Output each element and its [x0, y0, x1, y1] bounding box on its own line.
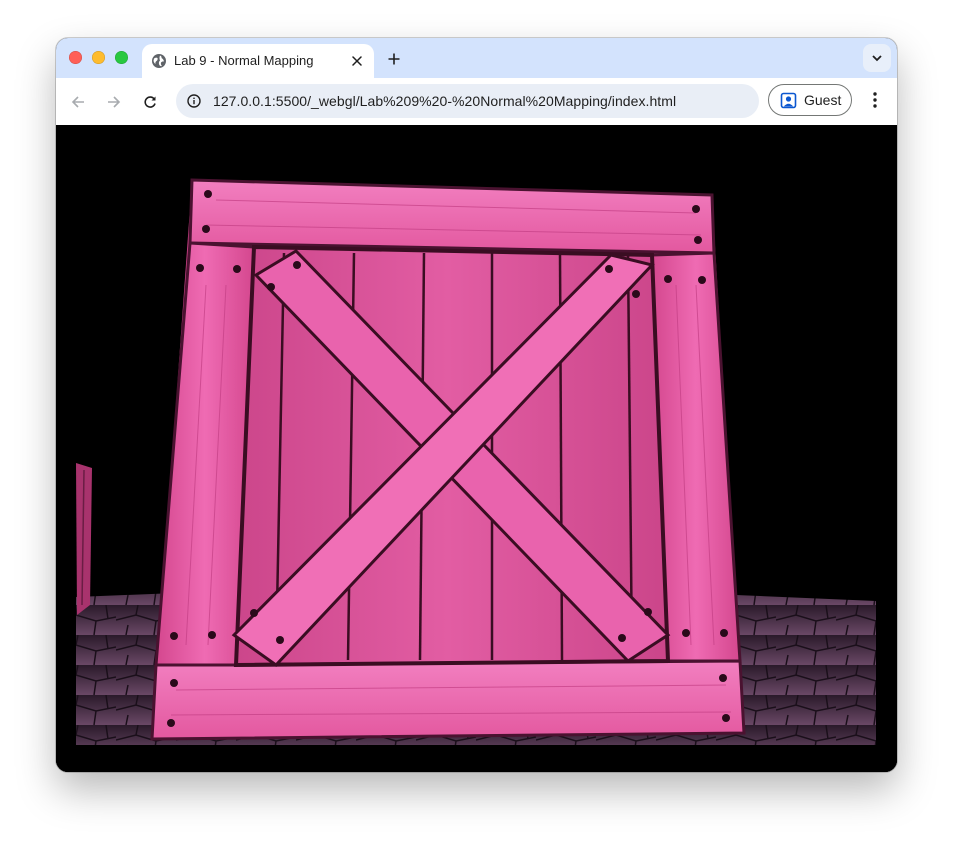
chevron-down-icon [872, 54, 882, 61]
url-text: 127.0.0.1:5500/_webgl/Lab%209%20-%20Norm… [213, 93, 677, 109]
site-info-button[interactable] [184, 91, 204, 111]
info-icon [187, 94, 201, 108]
scene-render [56, 125, 897, 772]
browser-window: Lab 9 - Normal Mapping 127.0.0.1:5500/_w… [56, 38, 897, 772]
address-bar[interactable]: 127.0.0.1:5500/_webgl/Lab%209%20-%20Norm… [176, 84, 759, 118]
browser-menu-button[interactable] [862, 86, 888, 114]
profile-button[interactable]: Guest [768, 84, 852, 116]
reload-icon [144, 96, 156, 108]
tab-close-button[interactable] [346, 50, 368, 72]
tab-active[interactable]: Lab 9 - Normal Mapping [142, 44, 374, 78]
forward-arrow-icon [108, 96, 121, 108]
globe-icon [152, 54, 166, 68]
window-minimize-button[interactable] [92, 51, 105, 64]
window-zoom-button[interactable] [115, 51, 128, 64]
toolbar: 127.0.0.1:5500/_webgl/Lab%209%20-%20Norm… [56, 78, 897, 125]
tab-search-button[interactable] [863, 44, 891, 72]
person-icon [780, 92, 797, 109]
back-button[interactable] [64, 88, 92, 116]
tab-title: Lab 9 - Normal Mapping [174, 53, 314, 68]
webgl-canvas[interactable] [56, 125, 897, 772]
profile-label: Guest [804, 92, 842, 108]
reload-button[interactable] [136, 88, 164, 116]
forward-button[interactable] [100, 88, 128, 116]
crate [150, 178, 746, 741]
close-icon [352, 56, 362, 66]
window-close-button[interactable] [69, 51, 82, 64]
back-arrow-icon [71, 96, 84, 108]
tab-strip: Lab 9 - Normal Mapping [56, 38, 897, 78]
new-tab-button[interactable] [382, 47, 406, 71]
plus-icon [388, 53, 400, 65]
kebab-menu-icon [873, 92, 877, 108]
